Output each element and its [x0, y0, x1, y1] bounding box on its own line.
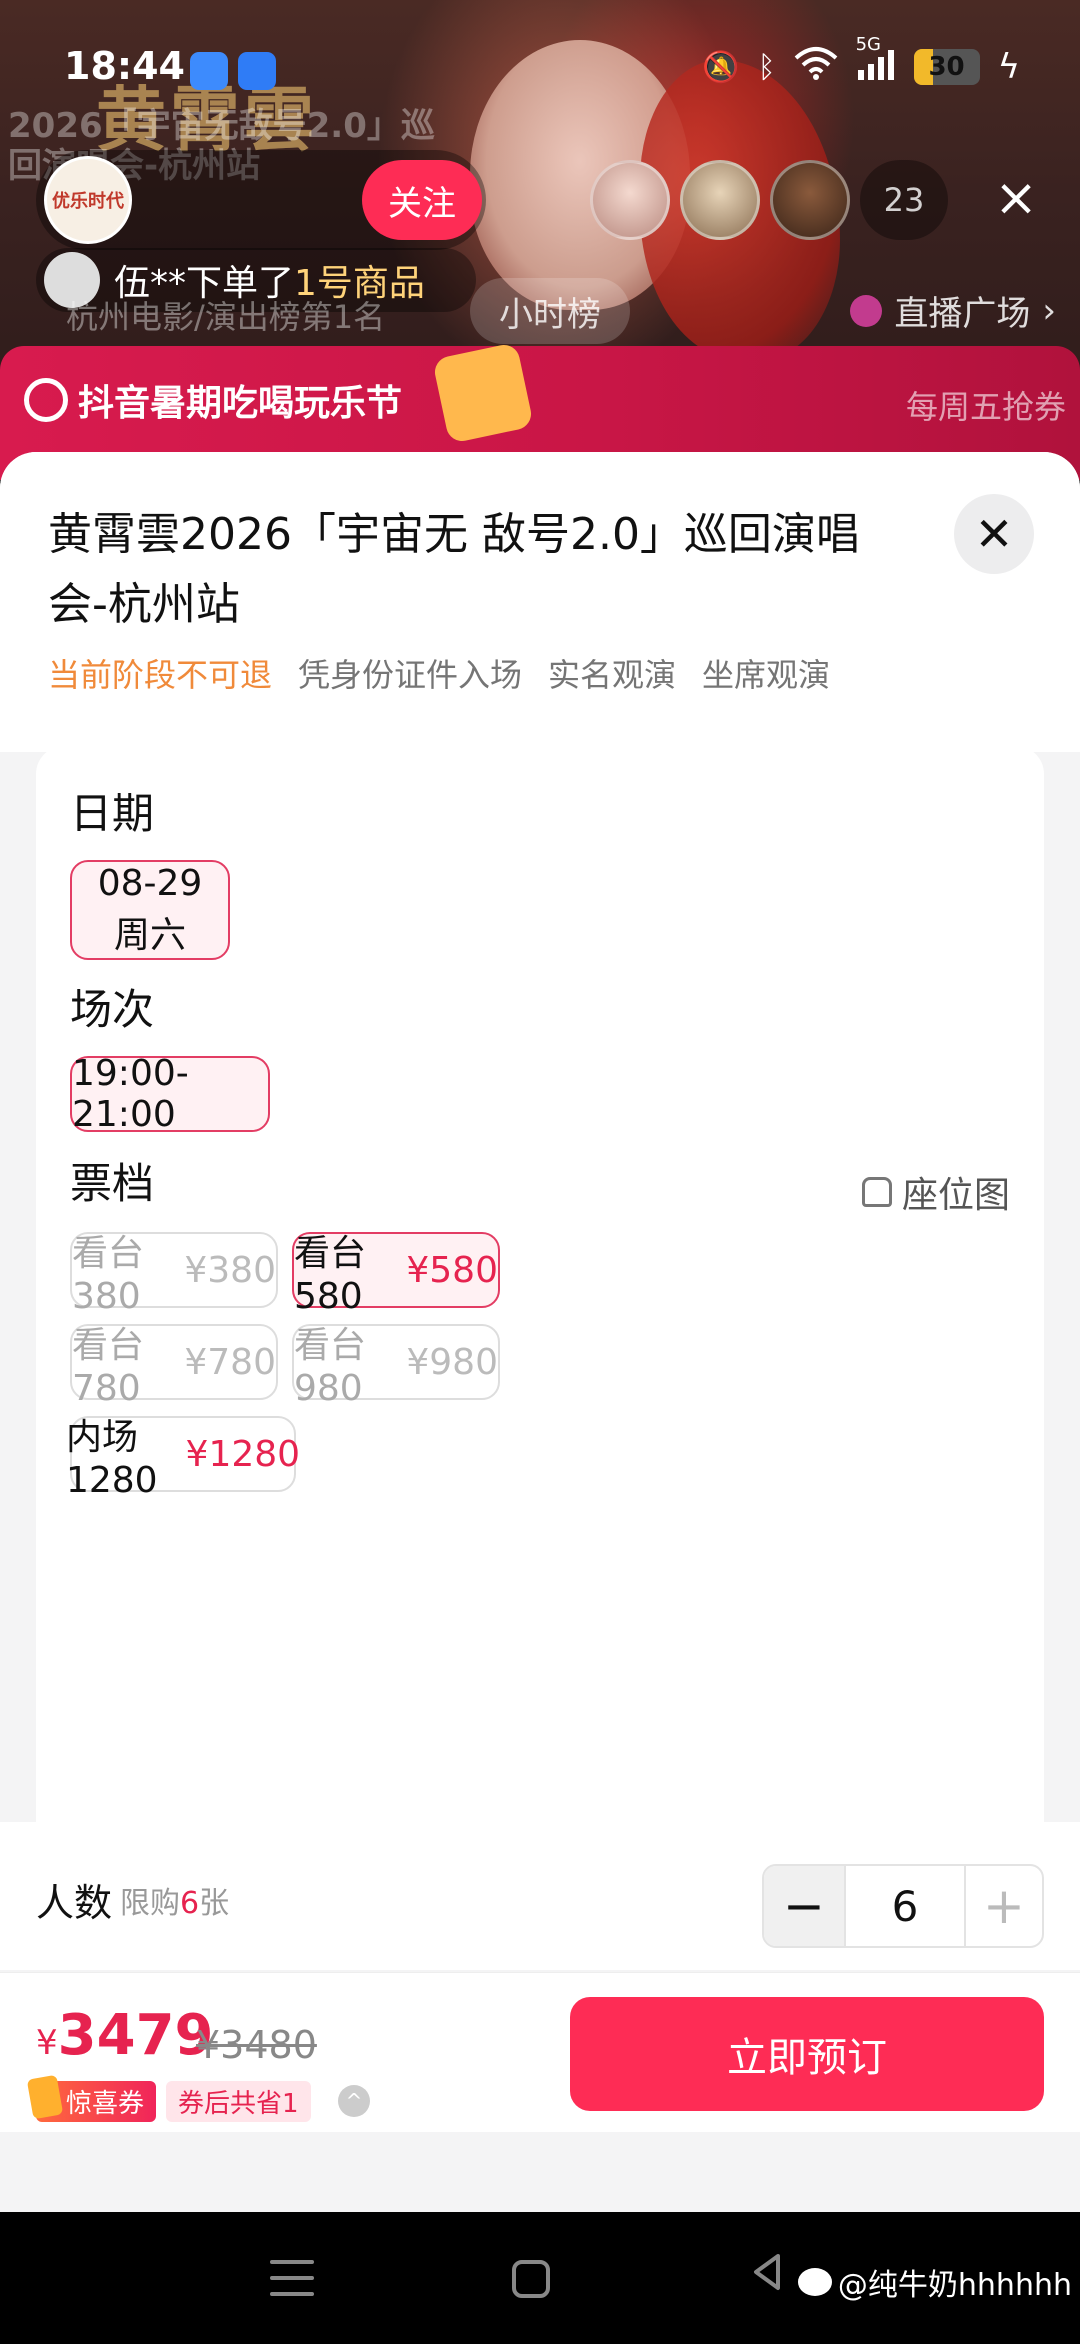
home-icon[interactable] [512, 2260, 550, 2298]
original-price: ¥3480 [196, 2023, 317, 2067]
tier-section-label: 票档 [70, 1159, 155, 1208]
date-section-label: 日期 [70, 789, 155, 838]
book-now-button[interactable]: 立即预订 [570, 1997, 1044, 2111]
options-card: 日期 08-29 周六 场次 19:00-21:00 票档 座位图 看台380 … [36, 746, 1044, 1870]
plaza-label: 直播广场 [894, 294, 1031, 334]
chevron-right-icon: › [1042, 290, 1056, 331]
chevron-up-icon[interactable]: ^ [338, 2085, 370, 2117]
currency-symbol: ¥ [36, 2023, 58, 2063]
seat-map-link[interactable]: 座位图 [861, 1166, 1010, 1218]
anchor-name: 优乐时代 [52, 191, 124, 212]
quantity-label: 人数 [36, 1881, 113, 1925]
battery-level: 30 [928, 52, 965, 82]
tier-name: 看台780 [72, 1324, 145, 1409]
viewer-avatar[interactable] [680, 160, 760, 240]
mute-icon: 🔕 [702, 49, 740, 85]
menu-icon[interactable] [266, 2252, 318, 2304]
ticket-selection-sheet: 黄霄雲2026「宇宙无 敌号2.0」巡回演唱会-杭州站 ✕ 当前阶段不可退 凭身… [0, 452, 1080, 2212]
signal-icon: 5G [856, 34, 896, 87]
close-icon: ✕ [974, 507, 1014, 561]
tier-option-1280[interactable]: 内场1280 ¥1280 [66, 1416, 300, 1501]
tier-price: ¥380 [184, 1249, 276, 1291]
session-option[interactable]: 19:00-21:00 [70, 1053, 270, 1135]
sheet-header: 黄霄雲2026「宇宙无 敌号2.0」巡回演唱会-杭州站 ✕ 当前阶段不可退 凭身… [0, 452, 1080, 752]
live-plaza-link[interactable]: 直播广场 › [850, 286, 1056, 335]
rank-text: 杭州电影/演出榜第1名 [66, 298, 386, 336]
seat-map-label: 座位图 [901, 1175, 1010, 1216]
tag-real-name: 实名观演 [548, 656, 677, 694]
coupon-info: 惊喜券 券后共省1 [36, 2080, 311, 2122]
price-value: 3479 [57, 2003, 214, 2068]
tier-price: ¥580 [406, 1249, 498, 1291]
tier-price: ¥780 [184, 1341, 276, 1383]
coupon-tag: 惊喜券 [36, 2080, 157, 2122]
weather-app-icon [190, 52, 228, 90]
increase-button[interactable]: + [966, 1866, 1042, 1946]
buy-bar: ¥3479 ¥3480 惊喜券 券后共省1 ^ 立即预订 [0, 1972, 1080, 2132]
network-type: 5G [855, 33, 881, 55]
banner-title: 抖音暑期吃喝玩乐节 [78, 383, 403, 424]
current-price: ¥3479 [36, 2003, 214, 2068]
close-live-icon[interactable]: × [990, 172, 1042, 224]
limit-value: 6 [180, 1886, 200, 1921]
watermark-text: @纯牛奶hhhhhh [837, 2268, 1072, 2303]
coupon-ticket-icon [431, 341, 535, 445]
battery-icon: 30 [913, 49, 980, 85]
quantity-value[interactable]: 6 [844, 1866, 966, 1946]
weibo-icon [797, 2268, 832, 2296]
anchor-avatar[interactable]: 优乐时代 [44, 156, 132, 244]
tier-name: 看台580 [294, 1232, 367, 1317]
charging-icon: ϟ [997, 47, 1020, 87]
douyin-logo-icon [24, 378, 68, 422]
session-section-label: 场次 [70, 985, 155, 1034]
tier-option-780[interactable]: 看台780 ¥780 [70, 1324, 278, 1409]
viewer-count[interactable]: 23 [860, 160, 948, 240]
date-option[interactable]: 08-29 周六 [70, 860, 230, 960]
tier-option-580[interactable]: 看台580 ¥580 [292, 1232, 500, 1317]
tag-non-refundable: 当前阶段不可退 [48, 656, 273, 694]
quantity-stepper: − 6 + [762, 1864, 1044, 1948]
hourly-rank-chip[interactable]: 小时榜 [470, 278, 630, 344]
limit-prefix: 限购 [120, 1886, 180, 1921]
tag-id-entry: 凭身份证件入场 [298, 656, 523, 694]
banner-title-group: 抖音暑期吃喝玩乐节 [24, 374, 402, 426]
coupon-savings: 券后共省1 [166, 2080, 311, 2122]
tier-name: 看台380 [72, 1232, 145, 1317]
weibo-watermark: @纯牛奶hhhhhh [797, 2260, 1072, 2304]
status-time: 18:44 [64, 44, 185, 88]
session-option-time: 19:00-21:00 [72, 1053, 189, 1135]
tag-seated: 坐席观演 [702, 656, 831, 694]
event-title: 黄霄雲2026「宇宙无 敌号2.0」巡回演唱会-杭州站 [48, 509, 860, 630]
close-sheet-button[interactable]: ✕ [954, 494, 1034, 574]
seat-icon [861, 1177, 892, 1207]
status-bar: 18:44 🔕 ᛒ 5G 30 ϟ [0, 0, 1080, 130]
banner-right-text: 每周五抢券 [905, 388, 1066, 426]
date-option-date: 08-29 [97, 863, 203, 904]
cloud-app-icon [238, 52, 276, 90]
tier-name: 看台980 [294, 1324, 367, 1409]
wifi-icon [794, 46, 838, 88]
bluetooth-icon: ᛒ [757, 49, 776, 85]
follow-button[interactable]: 关注 [362, 160, 482, 240]
event-tags: 当前阶段不可退 凭身份证件入场 实名观演 坐席观演 [48, 650, 830, 696]
limit-suffix: 张 [199, 1886, 230, 1921]
purchase-limit: 限购6张 [120, 1878, 229, 1922]
quantity-row: 人数 限购6张 − 6 + [0, 1822, 1080, 1970]
status-icons: 🔕 ᛒ 5G 30 ϟ [702, 34, 1020, 88]
viewer-avatar[interactable] [770, 160, 850, 240]
plaza-icon [850, 294, 883, 327]
tier-option-980[interactable]: 看台980 ¥980 [292, 1324, 500, 1409]
tier-option-380[interactable]: 看台380 ¥380 [70, 1232, 278, 1317]
tier-price: ¥980 [406, 1341, 498, 1383]
tier-name: 内场1280 [65, 1416, 158, 1501]
tier-price: ¥1280 [185, 1433, 301, 1475]
back-icon[interactable] [748, 2252, 800, 2304]
decrease-button[interactable]: − [764, 1866, 844, 1946]
viewer-avatar[interactable] [590, 160, 670, 240]
date-option-weekday: 周六 [113, 915, 186, 956]
